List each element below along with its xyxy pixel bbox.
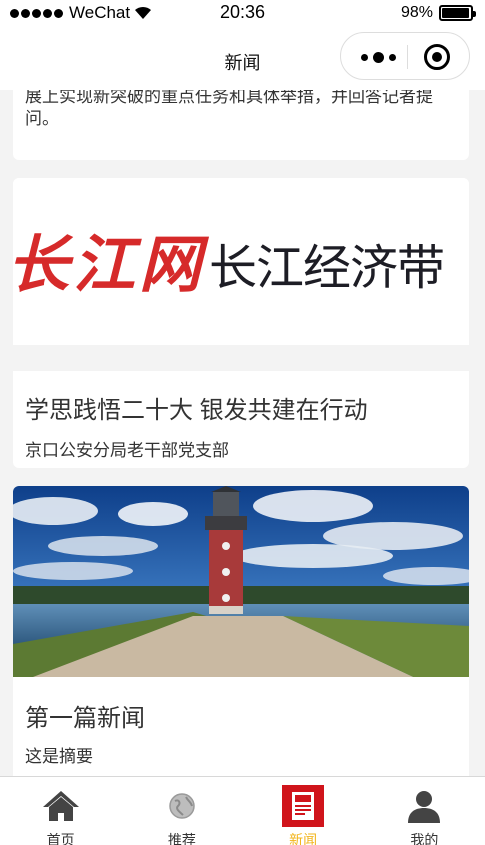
news-image: 长江网 长江经济带 xyxy=(13,178,469,345)
image-gap xyxy=(13,345,469,371)
news-subtitle: 京口公安分局老干部党支部 xyxy=(25,441,229,460)
close-mini-program-button[interactable] xyxy=(424,44,450,70)
newspaper-icon xyxy=(282,785,325,827)
tab-label: 我的 xyxy=(410,832,439,845)
tab-bar: 首页 推荐 新闻 我的 xyxy=(0,776,485,845)
user-icon xyxy=(408,791,441,823)
news-title: 第一篇新闻 xyxy=(25,705,145,732)
tab-news[interactable]: 新闻 xyxy=(243,777,364,845)
mini-program-capsule xyxy=(340,32,470,80)
tab-label: 首页 xyxy=(46,832,75,845)
banner-headline-text: 长江经济带 xyxy=(209,240,445,296)
more-dot-icon xyxy=(373,52,384,63)
status-bar: WeChat 20:36 98% xyxy=(0,0,485,28)
news-card[interactable]: 长江网 长江经济带 学思践悟二十大 银发共建在行动 京口公安分局老干部党支部 xyxy=(13,178,469,468)
home-icon xyxy=(42,791,79,821)
banner-logo-text: 长江网 xyxy=(13,228,206,301)
more-dot-icon xyxy=(389,54,396,61)
news-card[interactable]: 第一篇新闻 这是摘要 xyxy=(13,486,469,776)
news-subtitle: 这是摘要 xyxy=(25,747,93,766)
tab-home[interactable]: 首页 xyxy=(0,777,121,845)
news-card[interactable]: “个 我首贝身 一国 ”第 市 之区 ”建设，在促进区域协调发展上实现新突破的重… xyxy=(13,90,469,160)
tab-recommend[interactable]: 推荐 xyxy=(121,777,242,845)
battery-percent: 98% xyxy=(400,4,433,21)
battery-icon xyxy=(439,5,476,21)
nav-bar: 新闻 xyxy=(0,28,485,90)
more-button[interactable] xyxy=(361,52,396,63)
globe-icon xyxy=(169,793,195,819)
tab-mine[interactable]: 我的 xyxy=(364,777,485,845)
news-image xyxy=(13,486,469,677)
tab-label: 新闻 xyxy=(289,832,318,845)
news-list[interactable]: “个 我首贝身 一国 ”第 市 之区 ”建设，在促进区域协调发展上实现新突破的重… xyxy=(0,90,485,776)
news-title: 学思践悟二十大 银发共建在行动 xyxy=(25,397,368,424)
capsule-divider xyxy=(407,45,408,69)
news-summary: “个 我首贝身 一国 ”第 市 之区 ”建设，在促进区域协调发展上实现新突破的重… xyxy=(25,90,433,128)
tab-label: 推荐 xyxy=(167,832,196,845)
more-dot-icon xyxy=(361,54,368,61)
